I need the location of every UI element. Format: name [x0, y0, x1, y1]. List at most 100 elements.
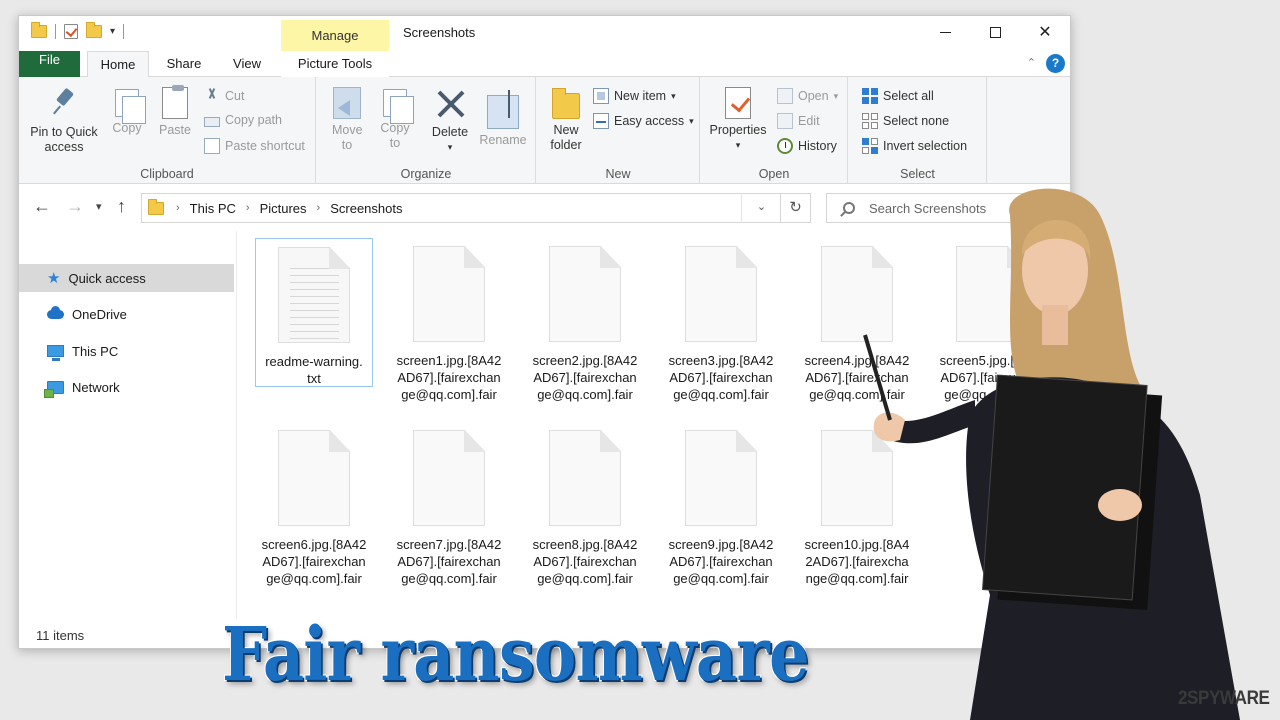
cut-label: Cut [225, 89, 245, 103]
manage-contextual-tab[interactable]: Manage [281, 20, 389, 51]
clipboard-group: Pin to Quick access Copy Paste Cut Copy … [19, 77, 316, 184]
invert-selection-button[interactable]: Invert selection [862, 138, 967, 154]
move-to-button[interactable]: Move to [325, 81, 369, 153]
file-item[interactable]: screen6.jpg.[8A42AD67].[fairexchange@qq.… [255, 422, 373, 587]
minimize-icon [939, 32, 951, 34]
quick-access-toolbar: ▾ [31, 22, 125, 39]
minimize-button[interactable] [920, 16, 970, 50]
rename-label: Rename [479, 133, 527, 147]
file-icon [549, 246, 621, 342]
tab-file[interactable]: File [19, 51, 80, 77]
file-item[interactable]: screen1.jpg.[8A42AD67].[fairexchange@qq.… [390, 238, 508, 403]
folder-icon [31, 22, 47, 38]
paste-button[interactable]: Paste [153, 81, 197, 138]
properties-button[interactable]: Properties ▾ [707, 81, 769, 153]
sidebar-item-quick-access[interactable]: ★ Quick access [19, 264, 234, 292]
file-item[interactable]: readme-warning. txt [255, 238, 373, 387]
file-name: screen7.jpg.[8A42AD67].[fairexchange@qq.… [396, 537, 502, 586]
sidebar-item-this-pc[interactable]: This PC [19, 337, 234, 365]
sidebar-item-label: Network [72, 379, 120, 395]
file-item[interactable]: screen8.jpg.[8A42AD67].[fairexchange@qq.… [526, 422, 644, 587]
address-dropdown-icon[interactable]: ⌄ [741, 193, 781, 223]
copy-to-icon [383, 89, 414, 124]
folder-icon [148, 198, 164, 215]
file-item[interactable]: screen2.jpg.[8A42AD67].[fairexchange@qq.… [526, 238, 644, 403]
select-all-button[interactable]: Select all [862, 88, 934, 104]
pin-to-quick-access-button[interactable]: Pin to Quick access [25, 81, 103, 155]
new-item-label: New item [614, 89, 667, 103]
breadcrumb: › This PC › Pictures › Screenshots [174, 201, 402, 216]
paste-shortcut-button[interactable]: Paste shortcut [204, 138, 305, 154]
forward-arrow-icon[interactable]: → [66, 196, 84, 217]
paste-shortcut-label: Paste shortcut [225, 139, 305, 153]
collapse-ribbon-icon[interactable]: ⌃ [1027, 56, 1036, 69]
close-button[interactable]: ✕ [1020, 16, 1070, 50]
select-group: Select all Select none Invert selection … [849, 77, 987, 184]
sidebar-item-label: OneDrive [72, 306, 127, 322]
back-arrow-icon[interactable]: ← [33, 196, 51, 217]
breadcrumb-screenshots[interactable]: Screenshots [330, 201, 402, 216]
select-all-icon [862, 88, 878, 104]
sidebar-item-label: This PC [72, 343, 119, 359]
cloud-icon [47, 305, 64, 319]
file-item[interactable]: screen7.jpg.[8A42AD67].[fairexchange@qq.… [390, 422, 508, 587]
edit-button[interactable]: Edit [777, 113, 820, 129]
tab-view[interactable]: View [219, 51, 275, 77]
navigation-pane: ★ Quick access OneDrive This PC Network [19, 231, 237, 619]
recent-locations-icon[interactable]: ▾ [96, 200, 102, 213]
sidebar-item-network[interactable]: Network [19, 373, 234, 401]
maximize-button[interactable] [970, 16, 1020, 50]
organize-group: Move to Copy to Delete ▾ Rename Organize [317, 77, 536, 184]
breadcrumb-this-pc[interactable]: This PC [190, 201, 236, 216]
new-folder-icon[interactable] [86, 22, 102, 38]
properties-dropdown-icon[interactable]: ▾ [707, 138, 769, 153]
rename-button[interactable]: Rename [477, 81, 529, 148]
new-item-dropdown-icon: ▾ [671, 90, 676, 101]
copy-icon [115, 89, 146, 124]
file-icon [549, 430, 621, 526]
help-icon[interactable]: ? [1046, 54, 1065, 73]
delete-button[interactable]: Delete ▾ [427, 81, 473, 155]
text-file-icon [278, 247, 350, 343]
address-bar[interactable]: › This PC › Pictures › Screenshots [141, 193, 781, 223]
delete-dropdown-icon[interactable]: ▾ [427, 140, 473, 155]
group-label-new: New [605, 167, 631, 181]
file-item[interactable]: screen3.jpg.[8A42AD67].[fairexchange@qq.… [662, 238, 780, 403]
new-folder-button[interactable]: New folder [543, 81, 589, 153]
properties-icon[interactable] [64, 24, 78, 39]
maximize-icon [989, 27, 1001, 39]
file-icon [413, 430, 485, 526]
copy-path-button[interactable]: Copy path [204, 113, 282, 127]
ribbon-tabs: File Home Share View Picture Tools ⌃ ? [19, 51, 1070, 78]
new-item-button[interactable]: New item ▾ [593, 88, 676, 104]
customize-toolbar-icon[interactable]: ▾ [110, 26, 115, 37]
refresh-icon[interactable]: ↻ [781, 193, 811, 223]
file-item[interactable]: screen9.jpg.[8A42AD67].[fairexchange@qq.… [662, 422, 780, 587]
tab-share[interactable]: Share [156, 51, 212, 77]
select-none-button[interactable]: Select none [862, 113, 949, 129]
tab-picture-tools[interactable]: Picture Tools [281, 51, 389, 77]
copy-to-button[interactable]: Copy to [373, 81, 417, 151]
tab-home[interactable]: Home [87, 51, 149, 78]
open-label: Open [798, 89, 829, 103]
move-to-label: Move to [332, 123, 363, 152]
invert-selection-label: Invert selection [883, 139, 968, 153]
copy-path-icon [204, 116, 220, 127]
chevron-right-icon: › [245, 202, 250, 214]
title-bar: ▾ Manage Screenshots ✕ [19, 16, 1070, 51]
select-all-label: Select all [883, 89, 934, 103]
window-controls: ✕ [920, 16, 1070, 50]
group-label-organize: Organize [400, 167, 452, 181]
easy-access-button[interactable]: Easy access ▾ [593, 113, 694, 129]
open-button[interactable]: Open ▾ [777, 88, 838, 104]
sidebar-item-onedrive[interactable]: OneDrive [19, 300, 234, 328]
up-arrow-icon[interactable]: ↑ [117, 196, 126, 217]
open-icon [777, 88, 793, 104]
cut-button[interactable]: Cut [204, 88, 244, 104]
copy-button[interactable]: Copy [105, 81, 149, 136]
edit-label: Edit [798, 114, 820, 128]
history-button[interactable]: History [777, 138, 837, 154]
delete-icon [434, 87, 466, 121]
breadcrumb-pictures[interactable]: Pictures [260, 201, 307, 216]
move-to-icon [333, 87, 361, 119]
